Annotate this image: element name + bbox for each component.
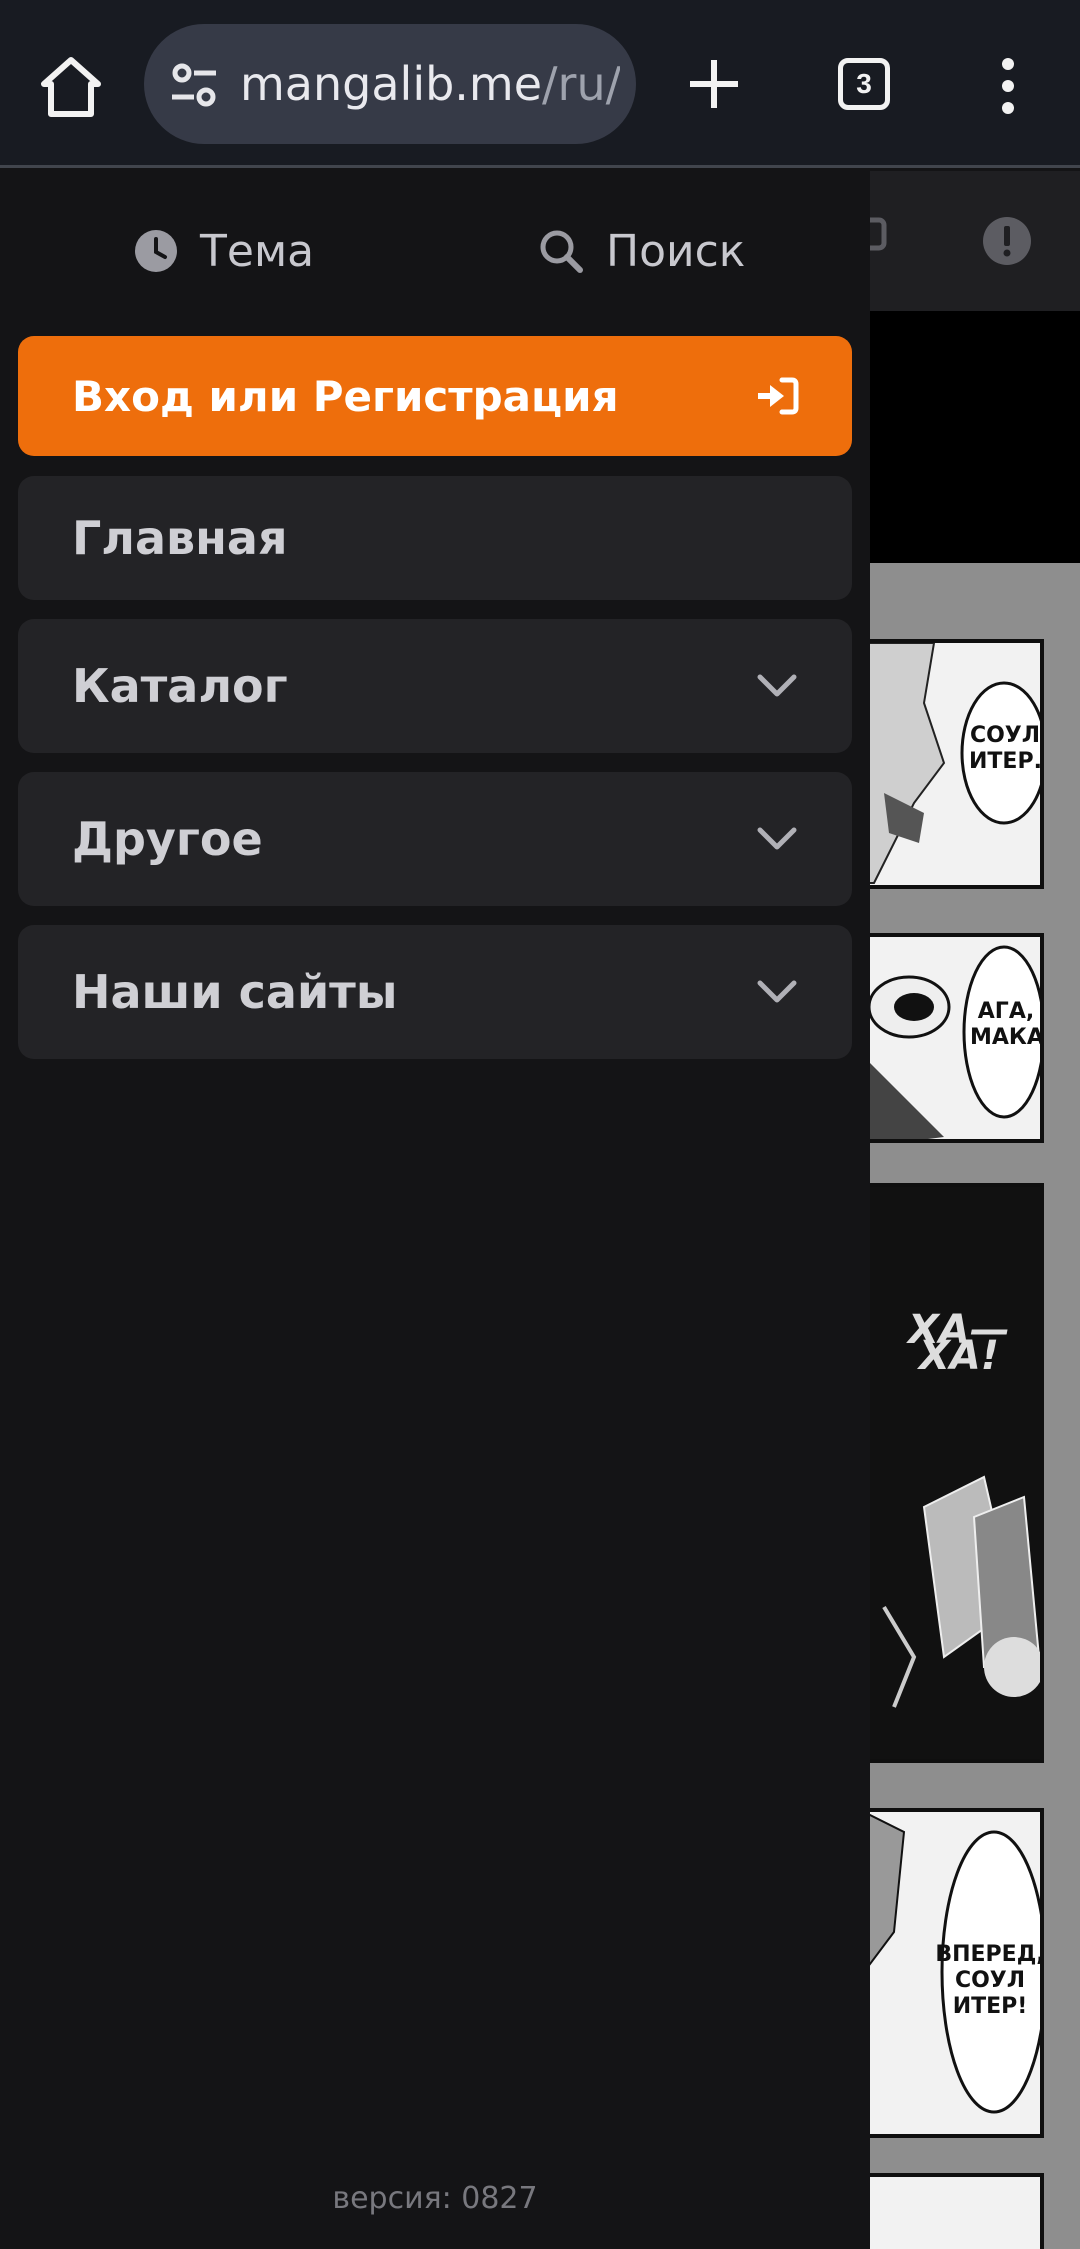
home-icon[interactable]: [36, 52, 106, 122]
url-host: mangalib.me: [240, 57, 543, 111]
sign-in-icon: [758, 377, 799, 415]
manga-panel: [860, 2173, 1044, 2249]
version-text: версия: 0827: [332, 2181, 538, 2216]
manga-panel: АГА, МАКА,: [860, 933, 1044, 1143]
manga-panel: СОУЛ ИТЕР...: [860, 639, 1044, 889]
search-button[interactable]: Поиск: [538, 211, 745, 291]
reader-top-area: [870, 311, 1080, 563]
manga-panel: ХА—ХА!: [860, 1183, 1044, 1763]
menu-item-other[interactable]: Другое: [18, 772, 852, 906]
menu-item-catalog[interactable]: Каталог: [18, 619, 852, 753]
speech-bubble-text: АГА, МАКА,: [970, 999, 1044, 1050]
sound-effect-text: ХА—ХА!: [908, 1307, 1010, 1379]
tab-switcher-button[interactable]: 3: [838, 58, 890, 110]
site-settings-icon[interactable]: [168, 59, 220, 111]
login-register-button[interactable]: Вход или Регистрация: [18, 336, 852, 456]
clock-icon: [135, 230, 177, 272]
menu-item-label: Наши сайты: [72, 965, 398, 1019]
menu-item-label: Каталог: [72, 659, 288, 713]
menu-item-label: Главная: [72, 511, 288, 565]
url-text[interactable]: mangalib.me/ru/2: [240, 54, 620, 114]
new-tab-icon[interactable]: [684, 52, 744, 116]
reader-header: [870, 171, 1080, 311]
chevron-down-icon: [757, 827, 797, 850]
manga-page: СОУЛ ИТЕР... АГА, МАКА, ХА—ХА!: [860, 563, 1080, 2249]
report-icon[interactable]: [982, 216, 1032, 266]
address-bar[interactable]: mangalib.me/ru/2: [144, 24, 636, 144]
manga-art: [882, 1475, 1040, 1708]
search-label: Поиск: [606, 225, 746, 277]
speech-bubble-text: СОУЛ ИТЕР...: [969, 723, 1042, 774]
theme-button[interactable]: Тема: [134, 211, 314, 291]
menu-item-label: Другое: [72, 812, 263, 866]
manga-panel: ВПЕРЕД, СОУЛ ИТЕР!: [860, 1808, 1044, 2138]
screen: mangalib.me/ru/2 3 СОУЛ ИТЕР...: [0, 0, 1080, 2249]
more-menu-icon[interactable]: [988, 56, 1028, 116]
drawer-top-actions: Тема Поиск: [0, 171, 870, 331]
login-register-label: Вход или Регистрация: [72, 371, 619, 421]
side-drawer: Тема Поиск Вход или Регистрация Главная …: [0, 171, 870, 2249]
url-path: /ru/2: [542, 57, 620, 111]
chevron-down-icon: [757, 980, 797, 1003]
chevron-down-icon: [757, 674, 797, 697]
speech-bubble-text: ВПЕРЕД, СОУЛ ИТЕР!: [935, 1942, 1044, 2019]
menu-item-our-sites[interactable]: Наши сайты: [18, 925, 852, 1059]
theme-label: Тема: [200, 225, 315, 277]
menu-item-home[interactable]: Главная: [18, 476, 852, 600]
browser-toolbar: mangalib.me/ru/2 3: [0, 0, 1080, 168]
search-icon: [540, 230, 583, 273]
